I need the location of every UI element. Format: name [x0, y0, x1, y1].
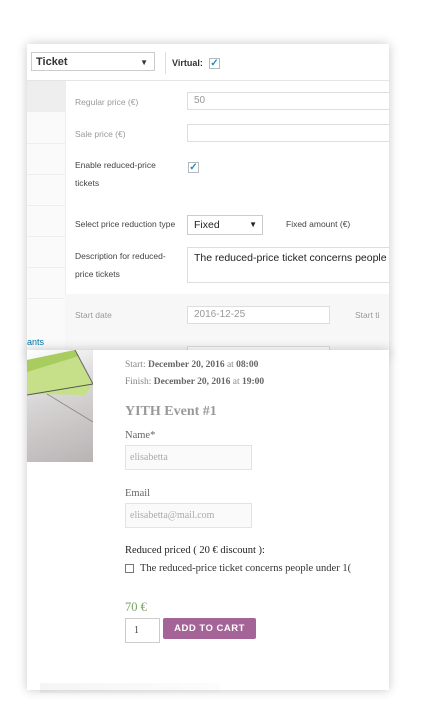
sale-price-label: Sale price (€): [75, 129, 126, 139]
email-label: Email: [125, 488, 151, 499]
fixed-amount-label: Fixed amount (€): [286, 219, 351, 229]
tab-divider: [27, 143, 65, 144]
chevron-down-icon: ▼: [140, 58, 148, 67]
reduced-price-option[interactable]: The reduced-price ticket concerns people…: [125, 563, 351, 574]
reduction-type-select[interactable]: Fixed ▼: [187, 215, 263, 235]
reduced-price-title: Reduced priced ( 20 € discount ):: [125, 545, 265, 556]
event-photo: [27, 350, 93, 423]
product-data-panel: Ticket ▼ Virtual: ✓ ants Regular price (…: [27, 44, 389, 356]
reduced-price-checkbox[interactable]: [125, 564, 134, 574]
chevron-down-icon: ▼: [249, 220, 257, 229]
regular-price-input[interactable]: 50: [187, 92, 389, 110]
finish-date: December 20, 2016: [153, 377, 231, 387]
add-to-cart-button[interactable]: ADD TO CART: [163, 618, 256, 639]
event-finish: Finish: December 20, 2016 at 19:00: [125, 377, 264, 387]
virtual-checkbox[interactable]: ✓: [209, 58, 220, 69]
start-time-label: Start ti: [355, 310, 380, 320]
start-label: Start:: [125, 360, 146, 370]
finish-label: Finish:: [125, 377, 152, 387]
tab-divider: [27, 174, 65, 175]
product-data-header: Ticket ▼ Virtual: ✓: [27, 44, 389, 81]
enable-reduced-checkbox[interactable]: ✓: [188, 162, 199, 173]
event-title: YITH Event #1: [125, 404, 217, 419]
reduction-type-value: Fixed: [194, 219, 220, 231]
tab-divider: [27, 267, 65, 268]
tab-link[interactable]: ants: [27, 337, 44, 347]
description-label: Description for reduced-price tickets: [75, 251, 166, 279]
reduction-type-label: Select price reduction type: [75, 219, 176, 229]
regular-price-label: Regular price (€): [75, 97, 139, 107]
event-product-panel: Start: December 20, 2016 at 08:00 Finish…: [27, 350, 389, 690]
description-textarea[interactable]: The reduced-price ticket concerns people: [187, 247, 389, 283]
tab-divider: [27, 205, 65, 206]
event-image: [27, 350, 93, 462]
tab-general[interactable]: [27, 81, 65, 112]
product-type-value: Ticket: [36, 56, 68, 68]
finish-at: at: [232, 377, 240, 387]
start-date-input[interactable]: 2016-12-25: [187, 306, 330, 324]
sale-price-input[interactable]: [187, 124, 389, 142]
enable-reduced-label: Enable reduced-price tickets: [75, 160, 156, 188]
quantity-input[interactable]: 1: [125, 618, 160, 643]
product-type-select[interactable]: Ticket ▼: [31, 52, 155, 71]
tab-divider: [27, 298, 65, 299]
name-label: Name*: [125, 430, 156, 441]
start-at: at: [226, 360, 234, 370]
start-date-label: Start date: [75, 310, 112, 320]
product-data-tabs: ants: [27, 81, 66, 356]
email-input[interactable]: elisabetta@mail.com: [125, 503, 252, 528]
start-time: 08:00: [236, 360, 259, 370]
header-divider: [165, 52, 166, 74]
product-price: 70 €: [125, 600, 147, 614]
finish-time: 19:00: [241, 377, 265, 387]
event-start: Start: December 20, 2016 at 08:00: [125, 360, 258, 370]
start-date: December 20, 2016: [147, 360, 225, 370]
virtual-label: Virtual:: [172, 58, 203, 68]
footer-shadow: [40, 683, 220, 693]
tab-divider: [27, 236, 65, 237]
reduced-price-option-label: The reduced-price ticket concerns people…: [140, 563, 352, 574]
name-input[interactable]: elisabetta: [125, 445, 252, 470]
